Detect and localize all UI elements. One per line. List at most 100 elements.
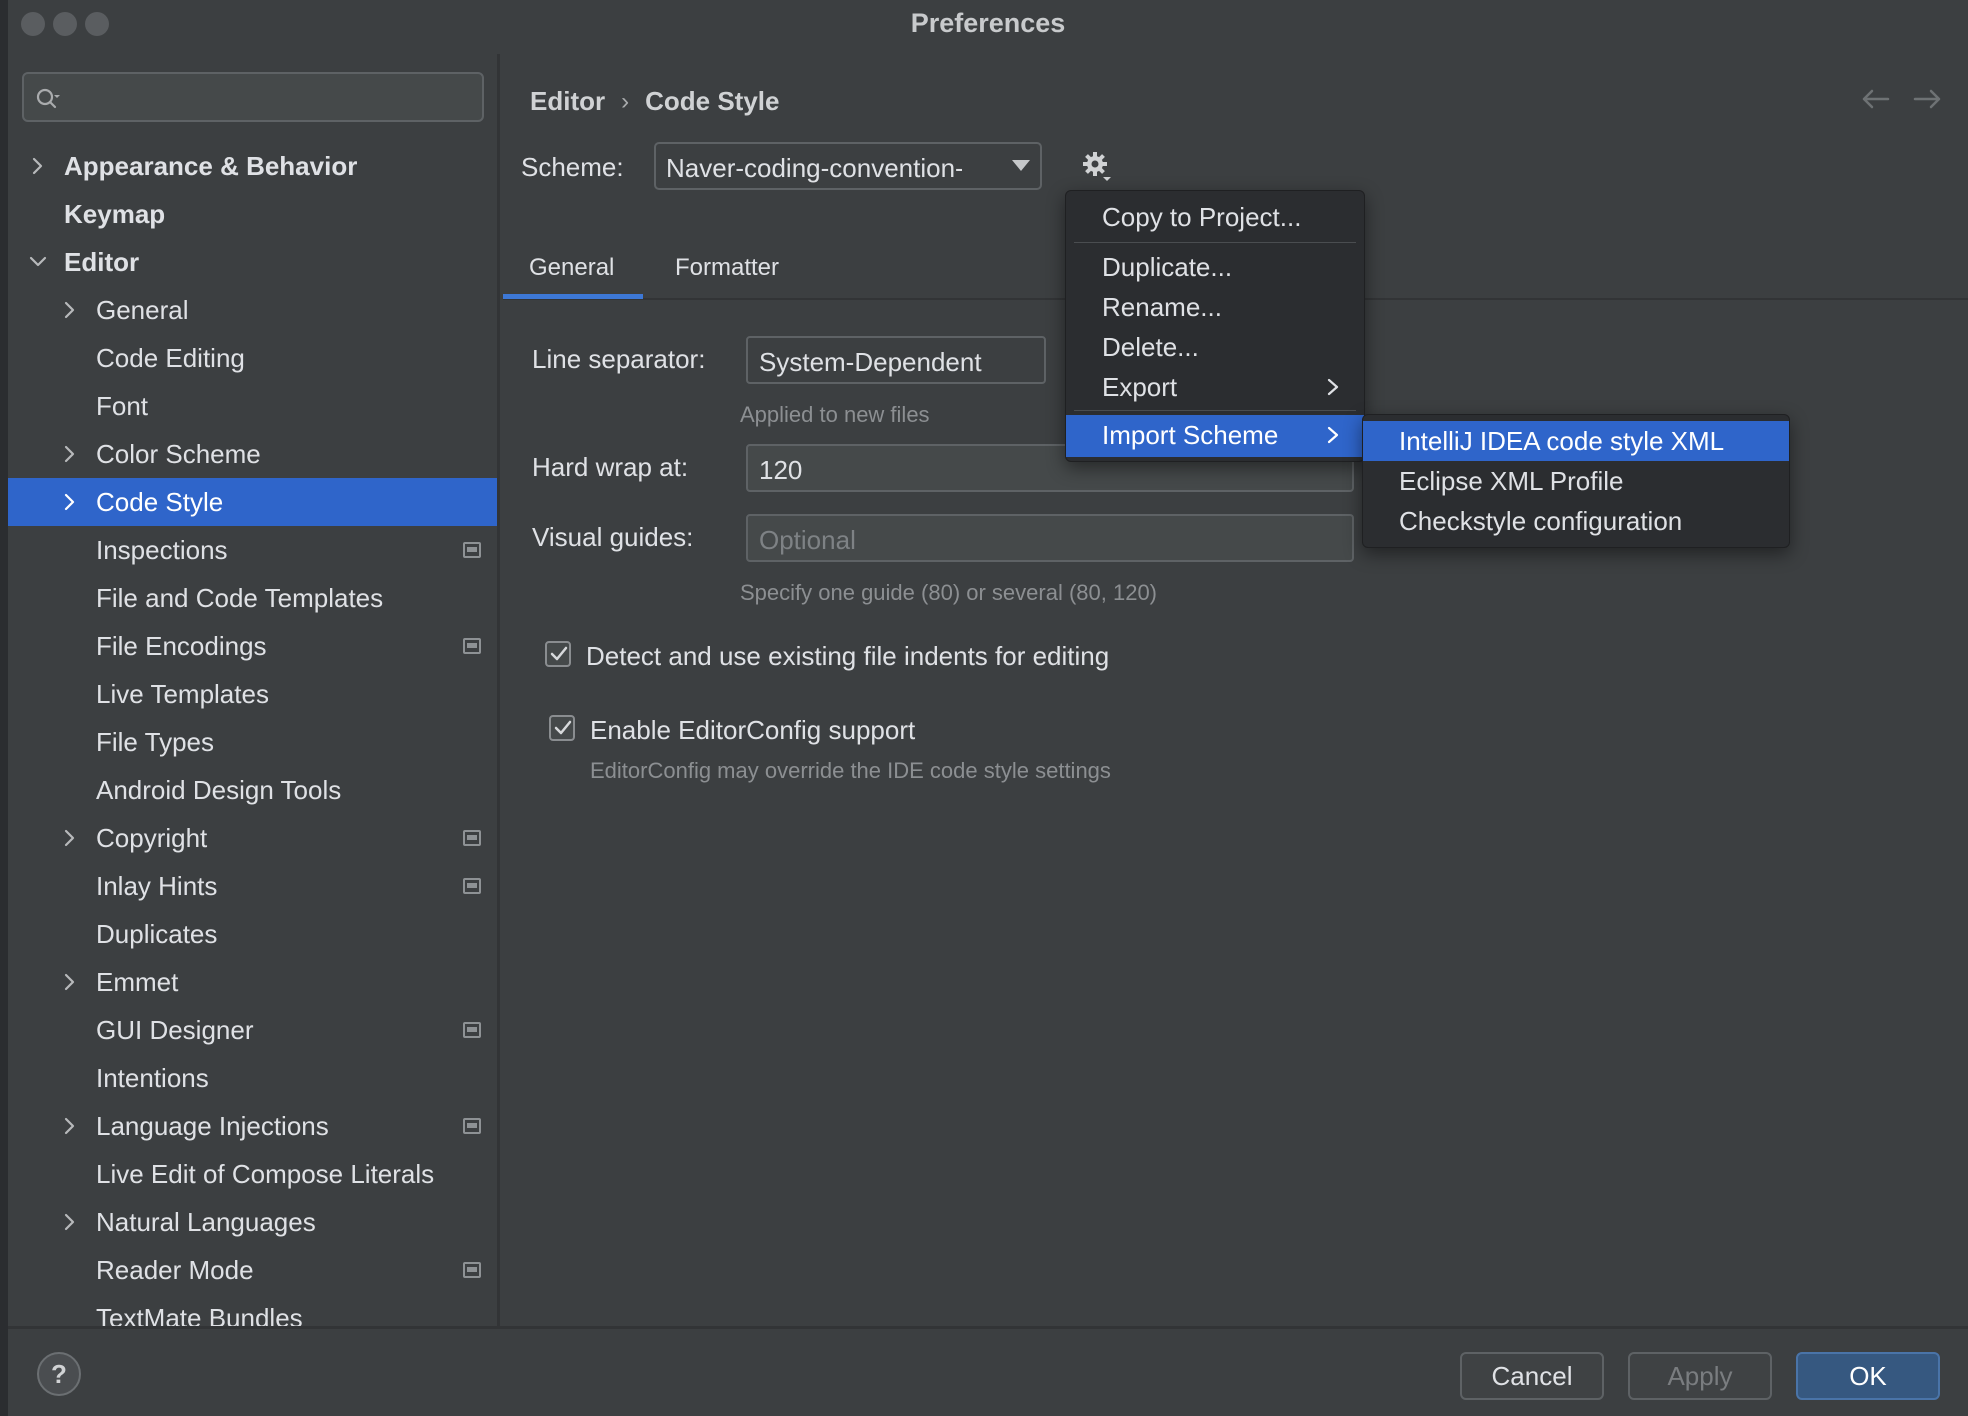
sidebar-item-label: Appearance & Behavior bbox=[64, 150, 358, 181]
sidebar-item[interactable]: File and Code Templates bbox=[8, 574, 497, 622]
chevron-right-icon[interactable] bbox=[28, 156, 48, 176]
submenu-item-eclipse-xml[interactable]: Eclipse XML Profile bbox=[1363, 461, 1789, 501]
sidebar-item[interactable]: Live Edit of Compose Literals bbox=[8, 1150, 497, 1198]
sidebar-item[interactable]: Color Scheme bbox=[8, 430, 497, 478]
sidebar-item-label: Code Editing bbox=[96, 342, 245, 373]
menu-item-export-label: Export bbox=[1102, 372, 1178, 402]
sidebar-item-label: Font bbox=[96, 390, 149, 421]
menu-item-duplicate[interactable]: Duplicate... bbox=[1066, 247, 1364, 287]
sidebar-item[interactable]: Natural Languages bbox=[8, 1198, 497, 1246]
sidebar-item[interactable]: Appearance & Behavior bbox=[8, 142, 497, 190]
ok-button[interactable]: OK bbox=[1796, 1352, 1940, 1400]
sidebar-item-label: Inlay Hints bbox=[96, 870, 218, 901]
sidebar-item[interactable]: Code Editing bbox=[8, 334, 497, 382]
menu-item-export[interactable]: Export bbox=[1066, 367, 1364, 407]
sidebar-item-label: Editor bbox=[64, 246, 140, 277]
gear-icon[interactable] bbox=[1081, 150, 1113, 182]
help-button[interactable]: ? bbox=[37, 1352, 81, 1396]
line-separator-hint: Applied to new files bbox=[740, 402, 930, 427]
chevron-right-icon[interactable] bbox=[60, 1212, 80, 1232]
sidebar-item[interactable]: File Encodings bbox=[8, 622, 497, 670]
sidebar-item[interactable]: GUI Designer bbox=[8, 1006, 497, 1054]
sidebar-item[interactable]: Language Injections bbox=[8, 1102, 497, 1150]
sidebar-item[interactable]: Copyright bbox=[8, 814, 497, 862]
chevron-down-icon[interactable] bbox=[28, 252, 48, 272]
breadcrumb-separator: › bbox=[621, 87, 630, 115]
zoom-window-button[interactable] bbox=[85, 12, 109, 36]
chevron-right-icon[interactable] bbox=[60, 444, 80, 464]
visual-guides-hint: Specify one guide (80) or several (80, 1… bbox=[740, 580, 1158, 605]
project-scope-icon bbox=[463, 542, 481, 558]
scheme-dropdown[interactable]: Naver-coding-convention-v1.2 bbox=[654, 142, 1042, 190]
sidebar-item[interactable]: Emmet bbox=[8, 958, 497, 1006]
visual-guides-input[interactable]: Optional bbox=[746, 514, 1354, 562]
sidebar-item[interactable]: Android Design Tools bbox=[8, 766, 497, 814]
detect-indents-checkbox[interactable] bbox=[545, 641, 571, 667]
editorconfig-checkbox[interactable] bbox=[549, 715, 575, 741]
line-separator-label: Line separator: bbox=[532, 344, 706, 374]
forward-arrow-icon[interactable] bbox=[1911, 84, 1945, 114]
import-scheme-submenu: IntelliJ IDEA code style XML Eclipse XML… bbox=[1362, 414, 1790, 548]
sidebar-item[interactable]: Font bbox=[8, 382, 497, 430]
visual-guides-placeholder: Optional bbox=[759, 525, 856, 555]
chevron-right-icon bbox=[1327, 378, 1339, 396]
chevron-right-icon[interactable] bbox=[60, 1116, 80, 1136]
menu-item-copy-to-project[interactable]: Copy to Project... bbox=[1066, 197, 1364, 237]
back-arrow-icon[interactable] bbox=[1858, 84, 1892, 114]
editorconfig-label[interactable]: Enable EditorConfig support bbox=[590, 715, 915, 746]
sidebar-item[interactable]: TextMate Bundles bbox=[8, 1294, 497, 1327]
menu-item-delete[interactable]: Delete... bbox=[1066, 327, 1364, 367]
submenu-item-intellij-xml[interactable]: IntelliJ IDEA code style XML bbox=[1363, 421, 1789, 461]
line-separator-dropdown[interactable]: System-Dependent bbox=[746, 336, 1046, 384]
sidebar-item[interactable]: Reader Mode bbox=[8, 1246, 497, 1294]
chevron-right-icon[interactable] bbox=[60, 828, 80, 848]
close-window-button[interactable] bbox=[21, 12, 45, 36]
chevron-right-icon[interactable] bbox=[60, 300, 80, 320]
sidebar-item[interactable]: Inlay Hints bbox=[8, 862, 497, 910]
project-scope-icon bbox=[463, 1118, 481, 1134]
line-separator-value: System-Dependent bbox=[759, 347, 982, 377]
tab-formatter[interactable]: Formatter bbox=[675, 254, 779, 282]
breadcrumb-current: Code Style bbox=[645, 86, 780, 116]
chevron-down-icon bbox=[1012, 160, 1030, 171]
hard-wrap-label: Hard wrap at: bbox=[532, 452, 689, 482]
sidebar-item[interactable]: Live Templates bbox=[8, 670, 497, 718]
sidebar-item[interactable]: Intentions bbox=[8, 1054, 497, 1102]
sidebar-item[interactable]: Keymap bbox=[8, 190, 497, 238]
sidebar-item[interactable]: Duplicates bbox=[8, 910, 497, 958]
menu-item-rename[interactable]: Rename... bbox=[1066, 287, 1364, 327]
project-scope-icon bbox=[463, 878, 481, 894]
sidebar-item[interactable]: Inspections bbox=[8, 526, 497, 574]
sidebar-item-label: TextMate Bundles bbox=[96, 1302, 303, 1327]
scheme-actions-menu: Copy to Project... Duplicate... Rename..… bbox=[1065, 190, 1365, 462]
menu-separator bbox=[1074, 410, 1356, 411]
active-tab-indicator bbox=[503, 294, 643, 299]
sidebar-item-label: Natural Languages bbox=[96, 1206, 316, 1237]
tab-general[interactable]: General bbox=[529, 254, 614, 282]
hard-wrap-value: 120 bbox=[759, 455, 803, 485]
breadcrumb-parent[interactable]: Editor bbox=[530, 86, 605, 117]
sidebar-item[interactable]: Editor bbox=[8, 238, 497, 286]
sidebar-item-label: Copyright bbox=[96, 822, 208, 853]
dialog-footer: ? Cancel Apply OK bbox=[8, 1326, 1968, 1416]
breadcrumb: Editor › Code Style bbox=[530, 86, 779, 117]
apply-button[interactable]: Apply bbox=[1628, 1352, 1772, 1400]
checkmark-icon bbox=[554, 720, 572, 735]
detect-indents-label[interactable]: Detect and use existing file indents for… bbox=[586, 641, 1109, 672]
sidebar-item[interactable]: Code Style bbox=[8, 478, 497, 526]
chevron-right-icon[interactable] bbox=[60, 492, 80, 512]
sidebar-item-label: General bbox=[96, 294, 189, 325]
minimize-window-button[interactable] bbox=[53, 12, 77, 36]
visual-guides-label: Visual guides: bbox=[532, 522, 694, 552]
cancel-button[interactable]: Cancel bbox=[1460, 1352, 1604, 1400]
sidebar-item[interactable]: General bbox=[8, 286, 497, 334]
sidebar-item[interactable]: File Types bbox=[8, 718, 497, 766]
chevron-right-icon[interactable] bbox=[60, 972, 80, 992]
settings-sidebar: Appearance & Behavior Keymap Editor General… bbox=[8, 54, 500, 1326]
submenu-item-checkstyle[interactable]: Checkstyle configuration bbox=[1363, 501, 1789, 541]
sidebar-item-label: File Encodings bbox=[96, 630, 267, 661]
project-scope-icon bbox=[463, 638, 481, 654]
sidebar-item-label: Duplicates bbox=[96, 918, 218, 949]
menu-item-import-scheme[interactable]: Import Scheme bbox=[1066, 415, 1364, 457]
settings-search-input[interactable] bbox=[22, 72, 484, 122]
